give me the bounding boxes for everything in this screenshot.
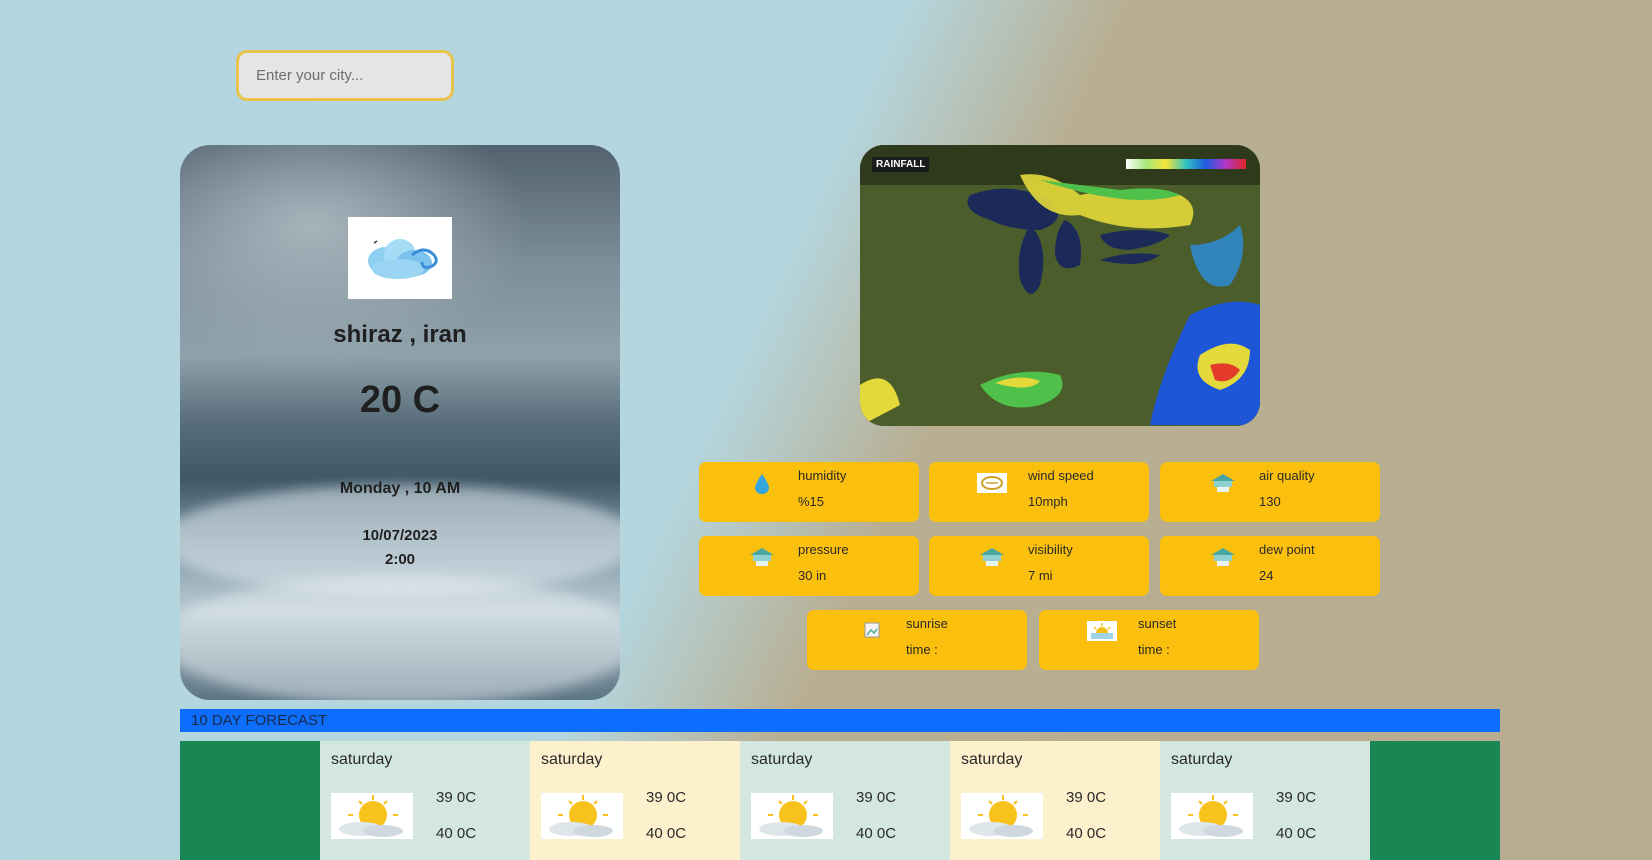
current-date: 10/07/2023	[362, 527, 438, 544]
wind-speed-card: wind speed 10mph	[929, 462, 1149, 522]
weather-station-icon	[1208, 545, 1238, 569]
pressure-card: pressure 30 in	[699, 536, 919, 596]
dew-point-card: dew point 24	[1160, 536, 1380, 596]
weather-station-icon	[1208, 471, 1238, 495]
rainfall-map: RAINFALL	[860, 145, 1260, 426]
cloud-wind-icon	[348, 217, 452, 299]
partly-sunny-icon	[961, 793, 1043, 839]
forecast-day-card: saturday 39 0C 40 0C	[320, 741, 530, 860]
weather-station-icon	[977, 545, 1007, 569]
partly-sunny-icon	[751, 793, 833, 839]
rainfall-legend	[1126, 159, 1246, 169]
city-name: shiraz , iran	[333, 321, 467, 348]
forecast-strip: saturday 39 0C 40 0C saturday 39 0C 40 0…	[180, 741, 1500, 860]
current-temperature: 20 C	[359, 379, 441, 421]
forecast-day-card: saturday 39 0C 40 0C	[740, 741, 950, 860]
forecast-day-card: saturday 39 0C 40 0C	[1160, 741, 1370, 860]
sunrise-card: sunrise time :	[807, 610, 1027, 670]
sunset-card: sunset time :	[1039, 610, 1259, 670]
forecast-header: 10 DAY FORECAST	[180, 709, 1500, 732]
map-title: RAINFALL	[872, 157, 930, 172]
current-weather-card: shiraz , iran 20 C Monday , 10 AM 10/07/…	[180, 145, 620, 700]
partly-sunny-icon	[331, 793, 413, 839]
forecast-title: 10 DAY FORECAST	[191, 712, 328, 729]
city-search-input[interactable]	[236, 50, 454, 101]
weather-station-icon	[747, 545, 777, 569]
wind-icon	[977, 471, 1007, 495]
air-quality-card: air quality 130	[1160, 462, 1380, 522]
visibility-card: visibility 7 mi	[929, 536, 1149, 596]
forecast-day-card: saturday 39 0C 40 0C	[950, 741, 1160, 860]
forecast-day-card: saturday 39 0C 40 0C	[530, 741, 740, 860]
current-time: 2:00	[384, 551, 416, 568]
water-drop-icon	[747, 471, 777, 495]
partly-sunny-icon	[1171, 793, 1253, 839]
partly-sunny-icon	[541, 793, 623, 839]
sunset-icon	[1087, 619, 1117, 643]
broken-image-icon	[855, 619, 885, 643]
humidity-card: humidity %15	[699, 462, 919, 522]
current-day-time: Monday , 10 AM	[339, 480, 461, 497]
